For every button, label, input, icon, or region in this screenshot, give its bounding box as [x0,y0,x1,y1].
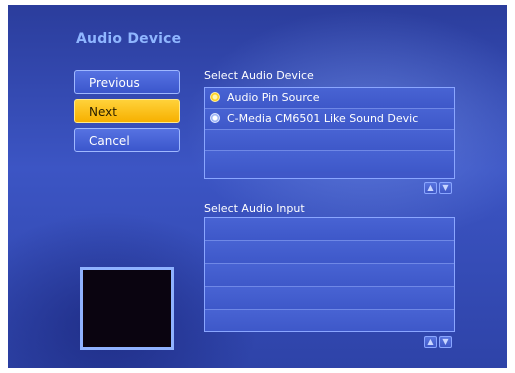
list-item-label: C-Media CM6501 Like Sound Devic [227,112,419,125]
list-item[interactable] [205,218,454,241]
list-item[interactable]: C-Media CM6501 Like Sound Devic [205,109,454,130]
page-title: Audio Device [76,31,182,47]
video-preview-window [80,267,174,350]
list-item[interactable] [205,151,454,172]
list-item[interactable] [205,287,454,310]
device-list-label: Select Audio Device [204,69,314,82]
cancel-button[interactable]: Cancel [74,128,180,152]
previous-button[interactable]: Previous [74,70,180,94]
chevron-up-icon[interactable]: ▲ [424,336,437,348]
device-list-scroll: ▲ ▼ [424,182,452,194]
chevron-up-icon[interactable]: ▲ [424,182,437,194]
radio-unselected-icon[interactable] [210,113,220,123]
audio-device-list[interactable]: Audio Pin Source C-Media CM6501 Like Sou… [204,87,455,179]
audio-input-list[interactable] [204,217,455,332]
media-center-wizard: Audio Device Previous Next Cancel Select… [8,5,507,368]
chevron-down-icon[interactable]: ▼ [439,336,452,348]
list-item[interactable] [205,264,454,287]
list-item-label: Audio Pin Source [227,91,320,104]
list-item[interactable] [205,241,454,264]
list-item[interactable]: Audio Pin Source [205,88,454,109]
chevron-down-icon[interactable]: ▼ [439,182,452,194]
list-item[interactable] [205,130,454,151]
radio-selected-icon[interactable] [210,92,220,102]
list-item[interactable] [205,310,454,331]
input-list-label: Select Audio Input [204,202,305,215]
input-list-scroll: ▲ ▼ [424,336,452,348]
next-button[interactable]: Next [74,99,180,123]
